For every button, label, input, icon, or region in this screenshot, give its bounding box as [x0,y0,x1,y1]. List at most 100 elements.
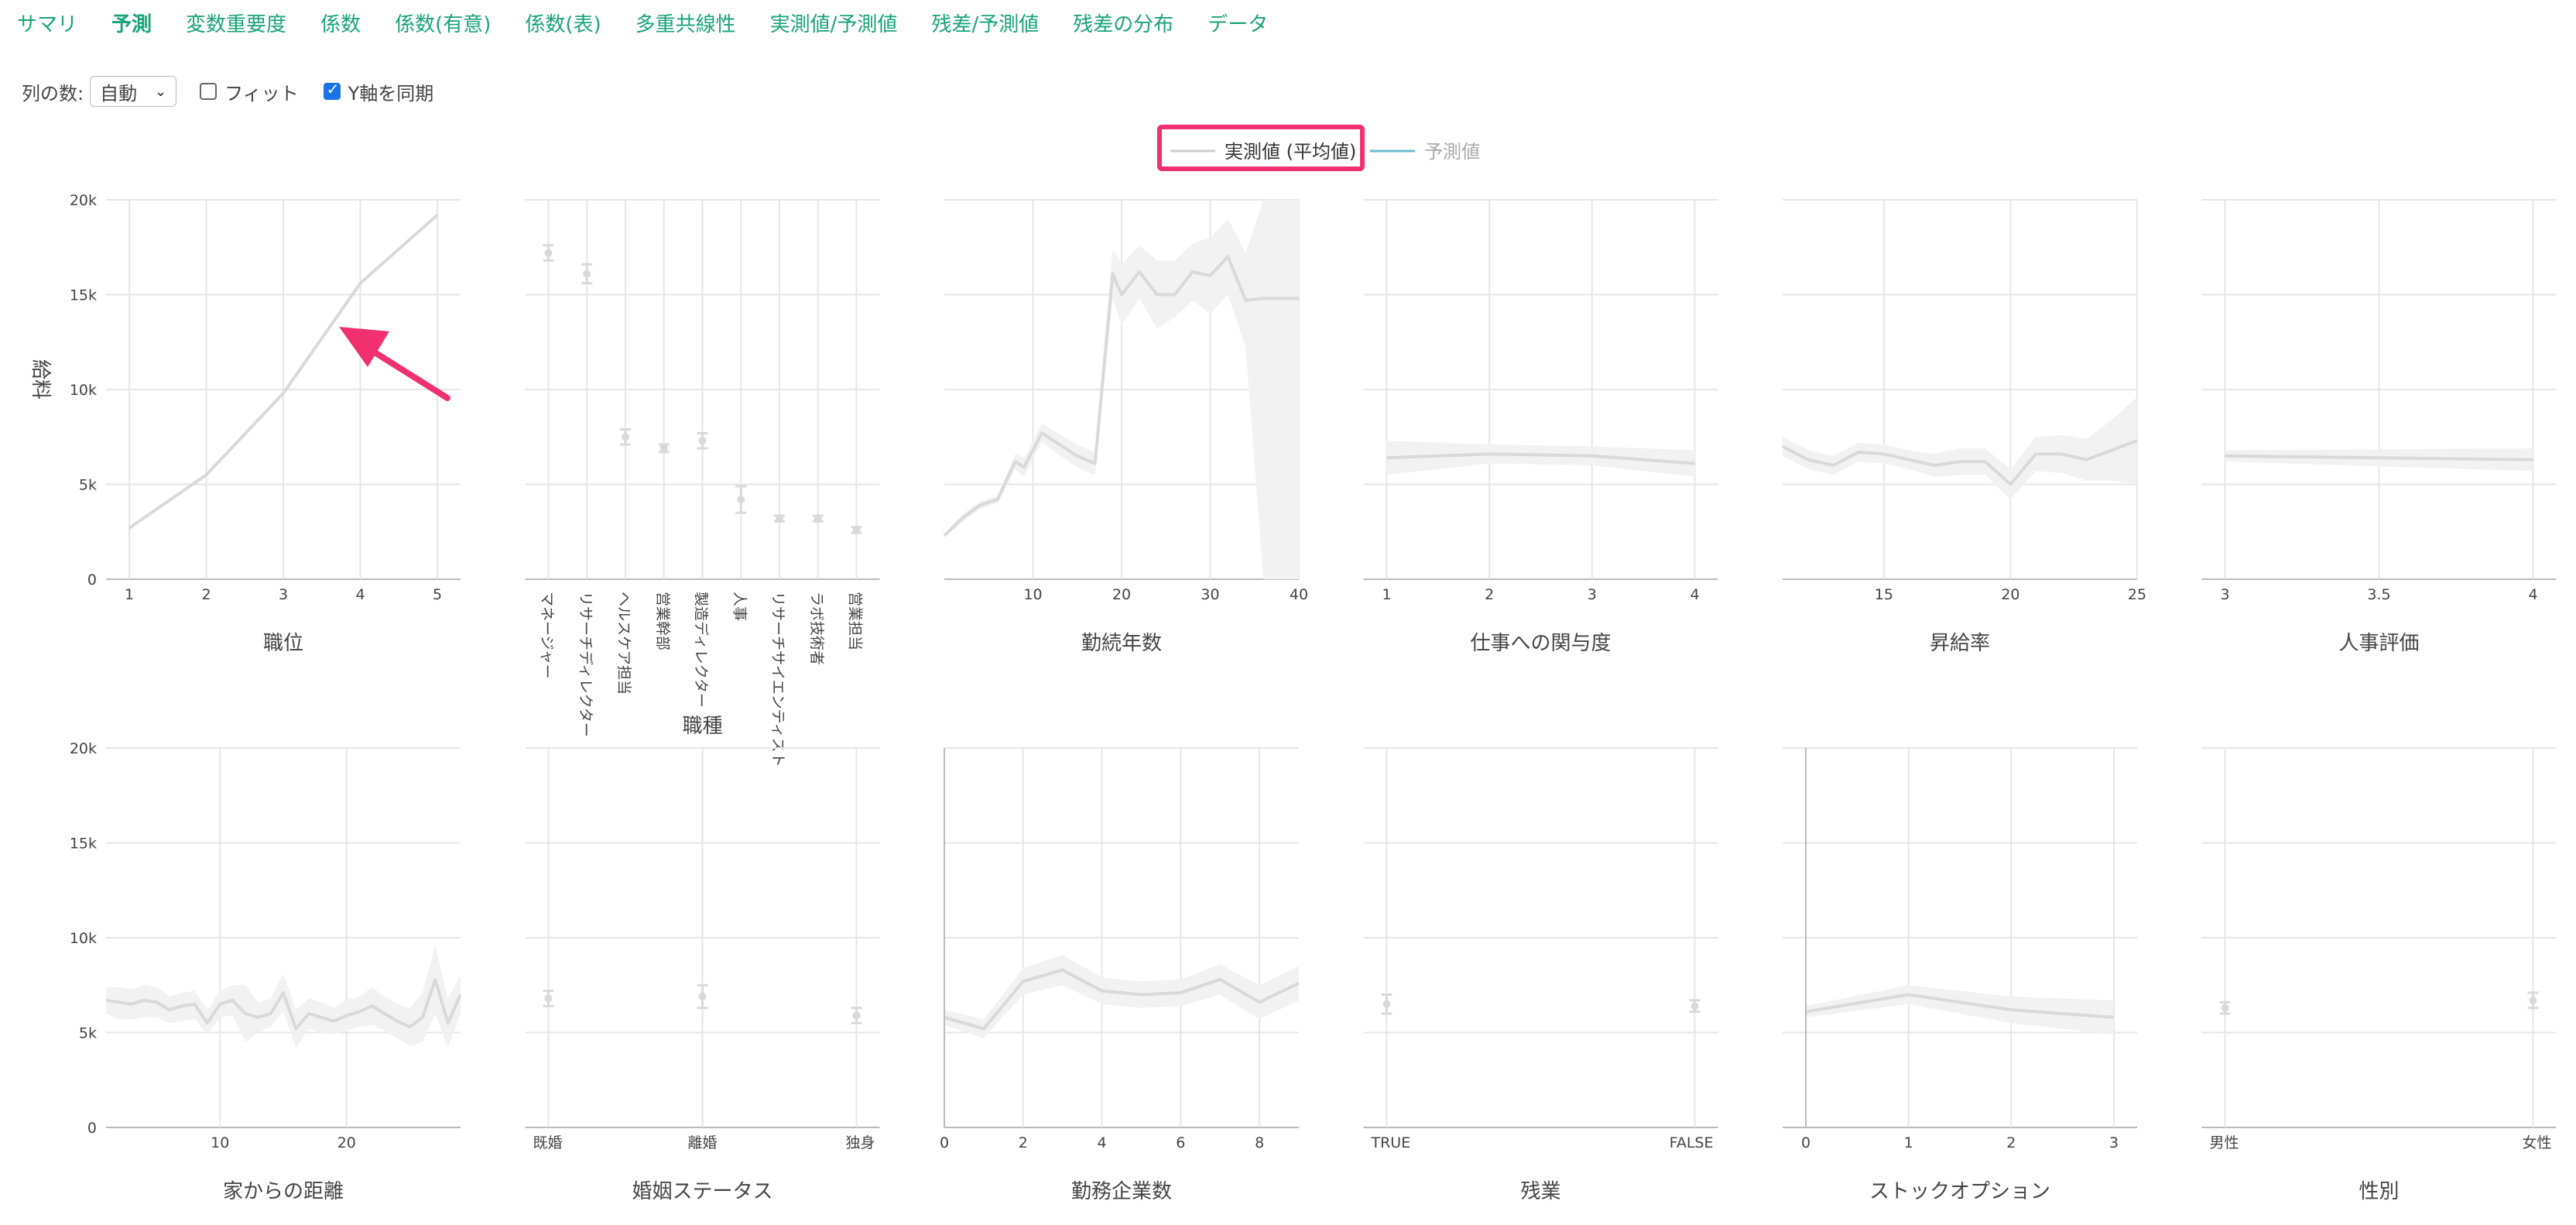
panel-7: 0 5k 10k 15k 20k 10 20 家からの距離 [70,740,462,1203]
x-axis-title: 昇給率 [1930,632,1990,655]
x-tick-label: ラボ技術者 [808,592,825,665]
category-point [2529,996,2537,1004]
legend: 実測値 (平均値) 予測値 [1157,125,1480,171]
category-point [737,496,745,504]
x-tick-label: 既婚 [533,1134,563,1151]
category-point [544,249,553,257]
x-tick-label: 営業担当 [847,592,864,650]
x-axis-title: 残業 [1520,1180,1560,1203]
confidence-band [944,955,1299,1038]
x-axis-title: 家からの距離 [223,1180,344,1203]
x-tick-label: TRUE [1371,1134,1411,1151]
category-point [1690,1002,1699,1011]
x-axis-title: 職種 [682,715,722,738]
x-tick-label: 20 [2001,586,2019,603]
y-axis-title: 給料 [29,359,52,400]
x-tick-label: 3 [2220,586,2229,603]
x-tick-label: 製造ディレクター [693,592,710,708]
panel-3: 10 20 30 40 勤続年数 [943,199,1308,655]
x-tick-label: 20 [1112,586,1131,603]
panel-4: 1 2 3 4 仕事への関与度 [1363,199,1718,655]
x-tick-label: 10 [211,1134,229,1151]
legend-label-actual: 実測値 (平均値) [1225,141,1356,163]
category-point [814,514,822,523]
y-tick-label: 0 [87,1120,97,1137]
legend-label-predicted: 予測値 [1424,141,1480,163]
x-tick-label: 6 [1176,1134,1185,1151]
x-tick-label: 3 [2109,1134,2119,1151]
y-tick-label: 20k [70,740,97,757]
x-tick-label: 3 [279,586,288,603]
x-tick-label: リサーチディレクター [577,592,594,737]
x-axis-title: 勤続年数 [1081,632,1162,655]
x-tick-label: FALSE [1670,1134,1714,1151]
category-point [1382,1000,1391,1008]
x-tick-label: 人事 [731,592,748,621]
x-tick-label: 2 [201,586,211,603]
x-tick-label: 1 [125,586,134,603]
x-tick-label: 0 [940,1134,949,1151]
x-tick-label: 40 [1290,586,1308,603]
x-tick-label: 3.5 [2367,586,2390,603]
prediction-chart-grid: 実測値 (平均値) 予測値給料05k10k15k20k1 2 3 4 5職位 マネージャーリ… [29,125,2557,1203]
category-point [852,1011,861,1020]
x-tick-label: 4 [1098,1134,1107,1151]
confidence-band [1806,985,2114,1035]
x-tick-label: 10 [1023,586,1042,603]
panel-6: 3 3.5 4 人事評価 [2201,199,2557,655]
panel-9: 0 2 4 6 8 勤務企業数 [940,747,1300,1203]
annotation-arrow-head [339,327,389,367]
x-tick-label: 20 [337,1134,356,1151]
x-tick-label: 15 [1875,586,1893,603]
x-axis-title: 仕事への関与度 [1470,632,1611,655]
annotation-arrow [339,327,450,401]
x-tick-label: 独身 [845,1134,875,1151]
y-tick-label: 10k [70,930,97,947]
x-tick-label: ヘルスケア担当 [615,592,632,695]
panel-12: 男性 女性性別 [2201,747,2557,1203]
x-tick-label: 25 [2128,586,2146,603]
x-tick-label: マネージャー [539,592,556,679]
x-axis-title: ストックオプション [1869,1180,2050,1203]
x-tick-label: 4 [1690,586,1699,603]
x-tick-label: 1 [1904,1134,1913,1151]
x-tick-label: 4 [355,586,365,603]
x-tick-label: 3 [1588,586,1597,603]
panel-1: 0 5k 10k 15k 20k 1 2 3 4 5 職位 [70,192,461,655]
y-tick-label: 15k [70,287,97,304]
panel-11: 0 1 2 3 ストックオプション [1783,747,2137,1203]
category-point [698,437,707,445]
y-tick-label: 10k [70,382,97,399]
y-tick-label: 0 [87,571,97,588]
x-tick-label: 離婚 [687,1134,717,1151]
category-point [2221,1004,2229,1012]
category-point [659,444,668,452]
y-tick-label: 5k [79,1025,97,1042]
y-tick-label: 5k [79,477,97,494]
x-tick-label: 男性 [2210,1134,2239,1151]
y-tick-label: 20k [70,192,97,209]
panel-2: マネージャー リサーチディレクター ヘルスケア担当 営業幹部 製造ディレクター 人事 リサー… [525,199,880,767]
category-point [776,514,783,523]
x-axis-title: 勤務企業数 [1071,1180,1172,1203]
x-tick-label: 30 [1201,586,1219,603]
x-tick-label: 8 [1255,1134,1264,1151]
x-tick-label: 女性 [2522,1134,2551,1151]
x-tick-label: 営業幹部 [654,592,671,650]
x-axis-title: 職位 [263,632,303,655]
x-tick-label: 5 [433,586,442,603]
x-axis-title: 婚姻ステータス [632,1180,772,1203]
annotation-arrow-shaft [365,345,450,401]
x-tick-label: 2 [1485,586,1494,603]
panel-8: 既婚 離婚 独身婚姻ステータス [525,747,880,1203]
x-axis-title: 人事評価 [2338,632,2419,655]
x-tick-label: 1 [1382,586,1391,603]
category-point [852,526,861,534]
category-point [698,992,707,1000]
x-tick-label: 0 [1801,1134,1810,1151]
x-axis-title: 性別 [2358,1180,2399,1203]
x-tick-label: 4 [2528,586,2537,603]
category-point [622,433,629,441]
panel-10: TRUE FALSE 残業 [1363,747,1718,1203]
y-tick-label: 15k [70,836,97,853]
